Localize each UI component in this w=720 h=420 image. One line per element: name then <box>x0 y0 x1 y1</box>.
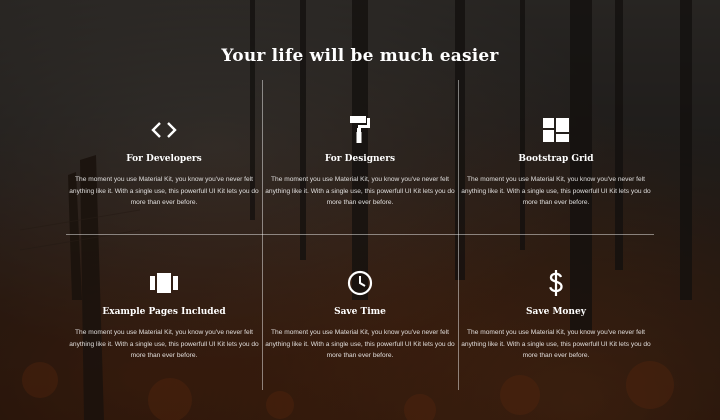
feature-title: Save Time <box>334 307 386 317</box>
feature-description: The moment you use Material Kit, you kno… <box>265 176 455 206</box>
feature-card: Save Money The moment you use Material K… <box>458 269 654 362</box>
features-section: Your life will be much easier For Develo… <box>0 0 720 420</box>
feature-title: Save Money <box>526 307 586 317</box>
paint-roller-icon <box>262 116 458 144</box>
feature-card: Save Time The moment you use Material Ki… <box>262 269 458 362</box>
feature-description: The moment you use Material Kit, you kno… <box>461 176 651 206</box>
feature-title: Example Pages Included <box>102 307 226 317</box>
feature-card: Example Pages Included The moment you us… <box>66 269 262 362</box>
feature-card: For Designers The moment you use Materia… <box>262 116 458 209</box>
dollar-icon <box>458 269 654 297</box>
view-carousel-icon <box>66 269 262 297</box>
section-title: Your life will be much easier <box>221 46 499 66</box>
feature-card: Bootstrap Grid The moment you use Materi… <box>458 116 654 209</box>
feature-description: The moment you use Material Kit, you kno… <box>69 329 259 359</box>
feature-title: For Designers <box>324 154 396 164</box>
feature-description: The moment you use Material Kit, you kno… <box>69 176 259 206</box>
feature-card: For Developers The moment you use Materi… <box>66 116 262 209</box>
feature-description: The moment you use Material Kit, you kno… <box>265 329 455 359</box>
feature-description: The moment you use Material Kit, you kno… <box>461 329 651 359</box>
divider-horizontal <box>66 234 654 235</box>
feature-title: For Developers <box>126 154 202 164</box>
grid-icon <box>458 116 654 144</box>
code-icon <box>66 116 262 144</box>
feature-title: Bootstrap Grid <box>518 154 594 164</box>
clock-icon <box>262 269 458 297</box>
